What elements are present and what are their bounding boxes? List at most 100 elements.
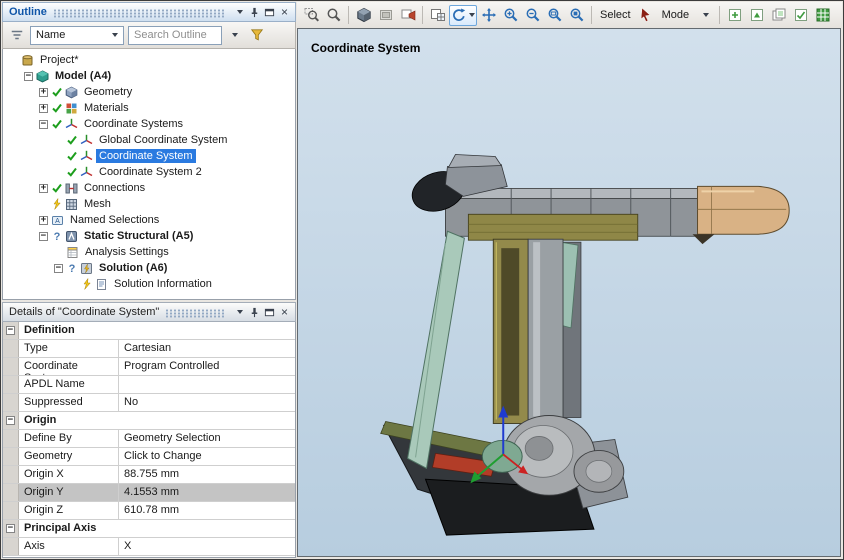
tree-item-label[interactable]: Global Coordinate System xyxy=(96,133,230,147)
filter-list-icon[interactable] xyxy=(8,26,26,44)
details-value[interactable]: Cartesian xyxy=(119,340,295,357)
viewports-icon[interactable] xyxy=(427,5,448,26)
expand-plus-icon[interactable]: + xyxy=(39,103,48,113)
tree-item[interactable]: Solution Information xyxy=(5,276,295,292)
iso-view-icon[interactable] xyxy=(353,5,374,26)
details-value[interactable]: 610.78 mm xyxy=(119,502,295,519)
details-row[interactable]: Origin X 88.755 mm xyxy=(3,466,295,484)
float-window-icon[interactable] xyxy=(262,5,277,20)
tree-item-label[interactable]: Solution (A6) xyxy=(96,261,170,275)
tree-item[interactable]: Global Coordinate System xyxy=(5,132,295,148)
details-row[interactable]: APDL Name xyxy=(3,376,295,394)
mode-label[interactable]: Mode xyxy=(658,9,694,21)
tag-check-icon[interactable] xyxy=(790,5,811,26)
box-zoom-icon[interactable] xyxy=(544,5,565,26)
tree-item-label[interactable]: Coordinate System 2 xyxy=(96,165,205,179)
float-window-icon[interactable] xyxy=(262,305,277,320)
tree-item-label[interactable]: Analysis Settings xyxy=(82,245,172,259)
header-drag-dots[interactable] xyxy=(52,8,226,18)
expand-plus-icon[interactable]: + xyxy=(39,87,48,97)
tree-item[interactable]: Project* xyxy=(5,52,295,68)
details-row[interactable]: Origin Y 4.1553 mm xyxy=(3,484,295,502)
tree-item[interactable]: −? Solution (A6) xyxy=(5,260,295,276)
tree-item-label[interactable]: Static Structural (A5) xyxy=(81,229,196,243)
collapse-minus-icon[interactable]: − xyxy=(24,71,33,81)
tree-item-label[interactable]: Coordinate System xyxy=(96,149,196,163)
tree-item-label[interactable]: Materials xyxy=(81,101,132,115)
details-row[interactable]: Axis X xyxy=(3,538,295,556)
tree-item-label[interactable]: Coordinate Systems xyxy=(81,117,186,131)
details-row[interactable]: Origin Z 610.78 mm xyxy=(3,502,295,520)
details-value[interactable]: Click to Change xyxy=(119,448,295,465)
search-input[interactable] xyxy=(128,25,222,45)
details-row[interactable]: Geometry Click to Change xyxy=(3,448,295,466)
new-figure-icon[interactable] xyxy=(724,5,745,26)
show-mesh-icon[interactable] xyxy=(812,5,833,26)
pin-icon[interactable] xyxy=(247,305,262,320)
pin-icon[interactable] xyxy=(247,5,262,20)
dropdown-chevron-icon[interactable] xyxy=(694,5,715,26)
details-value[interactable]: 4.1553 mm xyxy=(119,484,295,501)
tree-item[interactable]: Analysis Settings xyxy=(5,244,295,260)
details-row[interactable]: Type Cartesian xyxy=(3,340,295,358)
expand-plus-icon[interactable]: + xyxy=(39,183,48,193)
details-section-row[interactable]: − Definition xyxy=(3,322,295,340)
details-row[interactable]: Define By Geometry Selection xyxy=(3,430,295,448)
tree-item-label[interactable]: Connections xyxy=(81,181,148,195)
pan-icon[interactable] xyxy=(478,5,499,26)
details-row[interactable]: Coordinate SystemProgram Controlled xyxy=(3,358,295,376)
tree-item-label[interactable]: Model (A4) xyxy=(52,69,114,83)
tree-item[interactable]: + A Named Selections xyxy=(5,212,295,228)
zoom-pointer-icon[interactable] xyxy=(323,5,344,26)
details-row[interactable]: Suppressed No xyxy=(3,394,295,412)
rotate-icon[interactable] xyxy=(449,4,477,26)
tree-item[interactable]: + Connections xyxy=(5,180,295,196)
expand-plus-icon[interactable]: + xyxy=(39,215,48,225)
chevron-down-icon[interactable] xyxy=(232,305,247,320)
copy-pages-icon[interactable] xyxy=(768,5,789,26)
collapse-section-icon[interactable]: − xyxy=(6,326,15,335)
close-icon[interactable]: × xyxy=(277,305,292,320)
tree-item-label[interactable]: Geometry xyxy=(81,85,135,99)
chevron-down-icon[interactable] xyxy=(469,13,475,17)
collapse-minus-icon[interactable]: − xyxy=(39,119,48,129)
tree-item-label[interactable]: Named Selections xyxy=(67,213,162,227)
details-value[interactable]: Geometry Selection xyxy=(119,430,295,447)
tree-item[interactable]: + Geometry xyxy=(5,84,295,100)
tree-item[interactable]: −? Static Structural (A5) xyxy=(5,228,295,244)
collapse-section-icon[interactable]: − xyxy=(6,416,15,425)
tree-item-label[interactable]: Project* xyxy=(37,53,82,67)
collapse-minus-icon[interactable]: − xyxy=(54,263,63,273)
chevron-down-icon[interactable] xyxy=(232,5,247,20)
details-section-row[interactable]: − Principal Axis xyxy=(3,520,295,538)
close-icon[interactable]: × xyxy=(277,5,292,20)
details-value[interactable] xyxy=(119,376,295,393)
chevron-down-icon[interactable] xyxy=(226,26,244,44)
select-label[interactable]: Select xyxy=(596,9,635,21)
look-at-icon[interactable] xyxy=(375,5,396,26)
tree-item-label[interactable]: Mesh xyxy=(81,197,114,211)
name-filter-dropdown[interactable]: Name xyxy=(30,25,124,45)
tree-item[interactable]: − Coordinate Systems xyxy=(5,116,295,132)
details-value[interactable]: X xyxy=(119,538,295,555)
mode-cursor-icon[interactable] xyxy=(636,5,657,26)
tree-item[interactable]: Coordinate System xyxy=(5,148,295,164)
tree-item[interactable]: Coordinate System 2 xyxy=(5,164,295,180)
tree-item-label[interactable]: Solution Information xyxy=(111,277,215,291)
zoom-box-icon[interactable] xyxy=(301,5,322,26)
details-value[interactable]: No xyxy=(119,394,295,411)
tree-item[interactable]: Mesh xyxy=(5,196,295,212)
details-section-row[interactable]: − Origin xyxy=(3,412,295,430)
details-value[interactable]: 88.755 mm xyxy=(119,466,295,483)
viewport[interactable]: Coordinate System xyxy=(297,28,841,557)
collapse-section-icon[interactable]: − xyxy=(6,524,15,533)
tree-item[interactable]: + Materials xyxy=(5,100,295,116)
collapse-minus-icon[interactable]: − xyxy=(39,231,48,241)
image-export-icon[interactable] xyxy=(746,5,767,26)
tree-item[interactable]: − Model (A4) xyxy=(5,68,295,84)
details-value[interactable]: Program Controlled xyxy=(119,358,295,375)
zoom-in-icon[interactable] xyxy=(500,5,521,26)
filter-funnel-icon[interactable] xyxy=(248,26,266,44)
header-drag-dots[interactable] xyxy=(165,308,226,318)
zoom-out-icon[interactable] xyxy=(522,5,543,26)
